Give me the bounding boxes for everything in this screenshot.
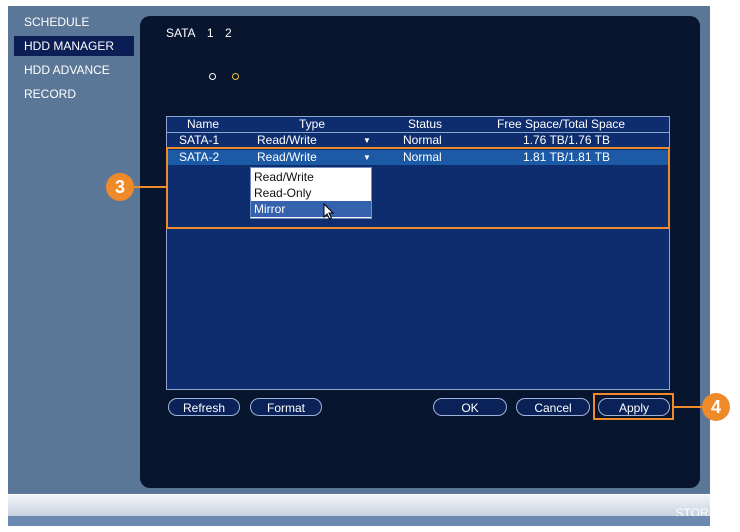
column-header-name: Name <box>187 117 220 131</box>
column-header-space: Free Space/Total Space <box>497 117 626 131</box>
refresh-button[interactable]: Refresh <box>168 398 240 416</box>
bottom-strip <box>8 516 710 526</box>
ok-button[interactable]: OK <box>433 398 507 416</box>
column-header-type: Type <box>299 117 326 131</box>
highlight-box-step-4 <box>593 393 674 420</box>
table-row[interactable]: SATA-1 Read/Write ▼ Normal 1.76 TB/1.76 … <box>167 133 669 148</box>
sata-title: SATA <box>166 26 196 40</box>
port-1-status-icon <box>209 73 216 80</box>
sata-header: SATA 1 2 <box>166 26 240 40</box>
row-type-select[interactable]: Read/Write <box>257 133 317 148</box>
sidebar-item-schedule[interactable]: SCHEDULE <box>14 12 134 32</box>
port-2-status-icon <box>232 73 239 80</box>
highlight-box-step-3 <box>166 147 670 229</box>
column-header-status: Status <box>408 117 443 131</box>
row-space: 1.76 TB/1.76 TB <box>523 133 610 147</box>
sidebar-item-hdd-advance[interactable]: HDD ADVANCE <box>14 60 134 80</box>
format-button[interactable]: Format <box>250 398 322 416</box>
row-name: SATA-1 <box>179 133 220 147</box>
callout-connector-4 <box>674 406 702 408</box>
cancel-button[interactable]: Cancel <box>516 398 590 416</box>
table-header: Name Type Status Free Space/Total Space <box>167 117 669 133</box>
sidebar-item-record[interactable]: RECORD <box>14 84 134 104</box>
row-status: Normal <box>403 133 442 147</box>
chevron-down-icon[interactable]: ▼ <box>363 133 371 148</box>
sidebar: SCHEDULE HDD MANAGER HDD ADVANCE RECORD <box>8 6 136 488</box>
sidebar-item-hdd-manager[interactable]: HDD MANAGER <box>14 36 134 56</box>
step-3-badge: 3 <box>106 173 134 201</box>
sata-port-1[interactable]: 1 <box>207 26 214 40</box>
callout-connector-3 <box>134 186 166 188</box>
bottom-bar <box>8 494 710 517</box>
sata-port-2[interactable]: 2 <box>225 26 232 40</box>
step-4-badge: 4 <box>702 393 730 421</box>
